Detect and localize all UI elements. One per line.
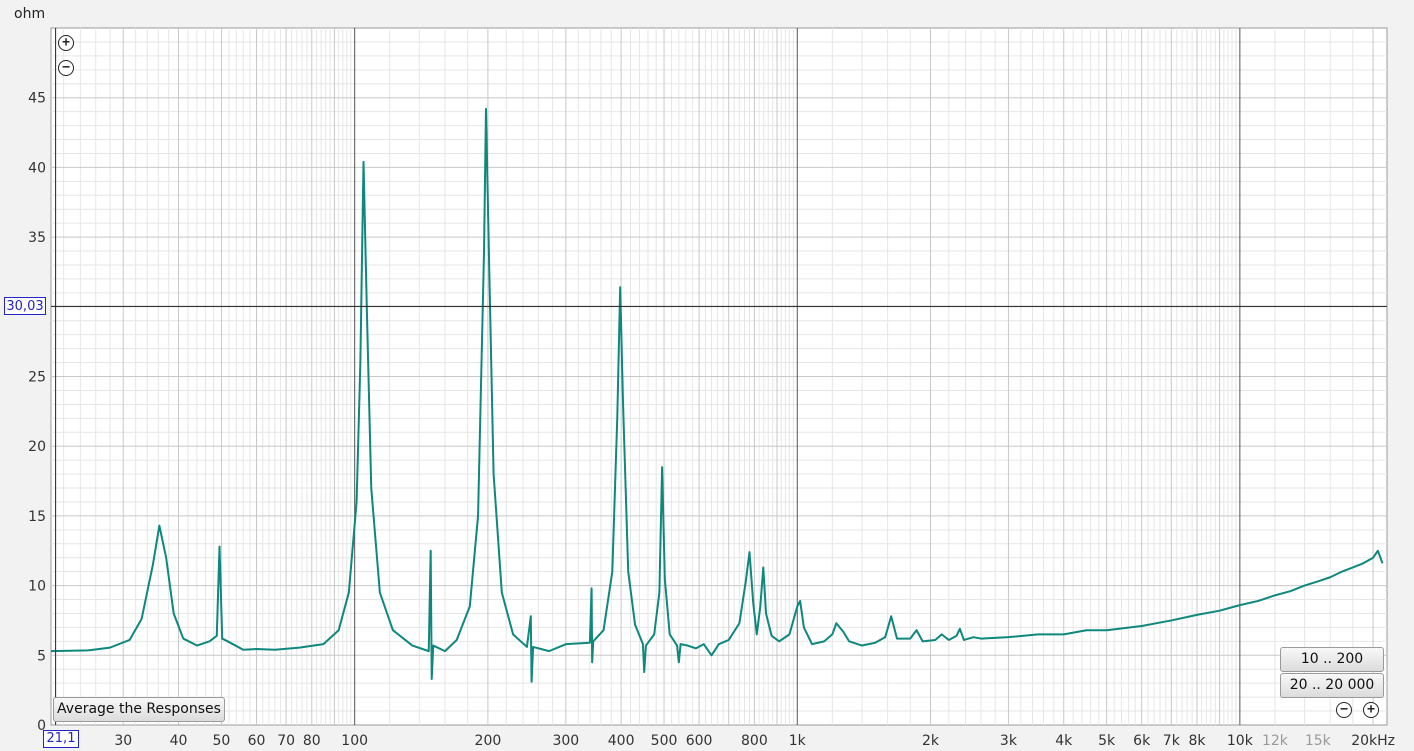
x-tick-label: 40 [170,733,188,749]
x-tick-label: 800 [741,733,768,749]
zoom-out-horizontal-icon[interactable]: − [1336,702,1352,718]
y-tick-label: 5 [37,648,46,664]
x-tick-label: 60 [248,733,266,749]
x-tick-label: 12k [1262,733,1289,749]
average-responses-button[interactable]: Average the Responses [53,697,225,722]
zoom-in-vertical-icon[interactable]: + [58,35,74,51]
range-20-20000-button[interactable]: 20 .. 20 000 [1280,673,1384,698]
y-tick-label: 25 [28,370,46,386]
y-axis-unit-label: ohm [14,6,46,22]
zoom-in-horizontal-icon[interactable]: + [1363,702,1379,718]
x-tick-label: 600 [686,733,713,749]
x-tick-label: 500 [651,733,678,749]
x-tick-label: 30 [114,733,132,749]
x-tick-label: 6k [1133,733,1151,749]
x-tick-label: 5k [1098,733,1116,749]
x-tick-label: 70 [277,733,295,749]
zoom-out-vertical-icon[interactable]: − [58,60,74,76]
x-tick-label: 7k [1163,733,1181,749]
y-tick-label: 15 [28,509,46,525]
x-axis-ticks: 30 40 50 60 70 80 100 200 300 400 500 600 800 1k 2k 3k 4… [114,733,1395,749]
y-axis-ticks: 051015202530354045 [28,91,46,734]
x-tick-label: 8k [1188,733,1206,749]
x-tick-label: 100 [341,733,368,749]
x-tick-label: 4k [1055,733,1073,749]
cursor-y-readout: 30,03 [4,297,46,315]
x-tick-label: 200 [475,733,502,749]
x-tick-label: 20kHz [1351,733,1395,749]
x-tick-label: 50 [213,733,231,749]
y-tick-label: 35 [28,230,46,246]
y-tick-label: 45 [28,91,46,107]
cursor-x-readout: 21,1 [43,730,79,748]
x-tick-label: 2k [922,733,940,749]
range-10-200-button[interactable]: 10 .. 200 [1280,647,1384,672]
x-tick-label: 10k [1227,733,1254,749]
x-tick-label: 80 [303,733,321,749]
x-tick-label: 400 [608,733,635,749]
impedance-chart[interactable]: 051015202530354045 304050607080100200300… [0,0,1414,751]
x-tick-label: 3k [1000,733,1018,749]
x-tick-label: 15k [1305,733,1332,749]
y-tick-label: 10 [28,579,46,595]
y-tick-label: 40 [28,160,46,176]
x-tick-label: 1k [789,733,807,749]
y-tick-label: 20 [28,439,46,455]
x-tick-label: 300 [552,733,579,749]
